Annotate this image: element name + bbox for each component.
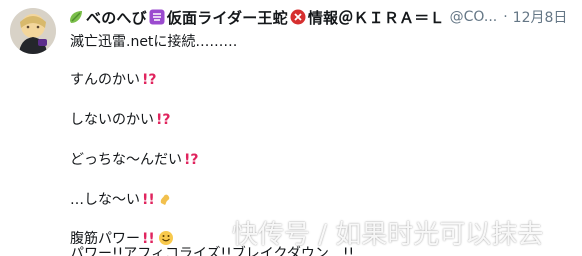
flexed-biceps-icon <box>158 191 174 207</box>
line-2-text: すんのかい <box>70 72 140 88</box>
handle-text[interactable]: @CO... <box>450 9 498 25</box>
date-link[interactable]: 12月8日 <box>513 7 568 27</box>
line-3-text: しないのかい <box>70 112 154 128</box>
line-5-text: …しな〜い <box>70 192 140 208</box>
svg-text:!!: !! <box>142 192 155 207</box>
line-4: どっちな〜んだい !? <box>70 149 199 169</box>
display-name-part-3[interactable]: 情報＠ＫＩＲＡ＝Ｌ <box>308 7 445 28</box>
double-exclamation-question-icon: !? <box>183 151 199 167</box>
double-exclamation-icon: !! <box>141 191 157 207</box>
secret-emoji-icon <box>290 9 306 25</box>
svg-text:!?: !? <box>156 112 171 127</box>
double-exclamation-question-icon: !? <box>155 111 171 127</box>
avatar[interactable] <box>10 8 56 54</box>
watermark-text: 快传号 / 如果时光可以抹去 <box>232 220 544 250</box>
double-exclamation-question-icon: !? <box>141 71 157 87</box>
line-4-text: どっちな〜んだい <box>70 152 182 168</box>
leaf-emoji-icon <box>68 9 84 25</box>
tweet-header: べのへび 仮面ライダー王蛇 情報＠ＫＩＲＡ＝Ｌ @CO... · 12月8日 <box>68 5 582 29</box>
svg-text:!?: !? <box>184 152 199 167</box>
line-1: 滅亡迅雷.netに接続……… <box>70 31 237 51</box>
line-3: しないのかい !? <box>70 109 171 129</box>
svg-text:!?: !? <box>142 72 157 87</box>
zodiac-emoji-icon <box>149 9 165 25</box>
display-name-part-1[interactable]: べのへび <box>86 7 147 28</box>
display-name-part-2[interactable]: 仮面ライダー王蛇 <box>167 7 288 28</box>
line-1-text: 滅亡迅雷.netに接続……… <box>70 34 238 50</box>
line-2: すんのかい !? <box>70 69 157 89</box>
line-5: …しな〜い !! <box>70 189 174 209</box>
tweet-card: べのへび 仮面ライダー王蛇 情報＠ＫＩＲＡ＝Ｌ @CO... · 12月8日 滅… <box>0 0 582 256</box>
separator-dot: · <box>503 9 508 25</box>
